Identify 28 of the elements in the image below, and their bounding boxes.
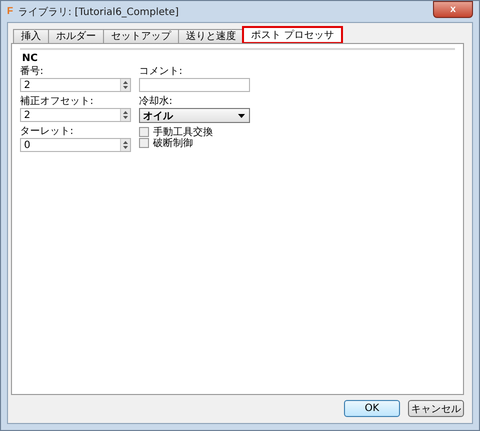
spinner-icon[interactable] xyxy=(120,109,130,121)
spin-field[interactable]: 2 xyxy=(20,78,131,92)
tab[interactable]: 挿入 xyxy=(13,29,49,43)
checkbox-label: 手動工具交換 xyxy=(153,126,213,138)
spin-field[interactable]: 2 xyxy=(20,108,131,122)
spin-field[interactable]: 0 xyxy=(20,138,131,152)
field-label: コメント: xyxy=(139,66,184,78)
spinner-icon[interactable] xyxy=(120,79,130,91)
checkbox[interactable] xyxy=(139,126,149,136)
field-label: 番号: xyxy=(20,66,44,78)
coolant-dropdown[interactable]: オイル xyxy=(139,108,250,123)
tab[interactable]: ホルダー xyxy=(48,29,104,43)
tab[interactable]: セットアップ xyxy=(103,29,179,43)
tab[interactable]: ポスト プロセッサ xyxy=(243,27,342,43)
tab[interactable]: 送りと速度 xyxy=(178,29,244,43)
field-label: 補正オフセット: xyxy=(20,96,94,108)
field-label: 冷却水: xyxy=(139,96,174,108)
checkbox[interactable] xyxy=(139,138,149,148)
field-label: ターレット: xyxy=(20,126,74,138)
app-logo: F xyxy=(7,6,14,17)
checkbox-label: 破断制御 xyxy=(153,136,193,150)
window-title: ライブラリ: [Tutorial6_Complete] xyxy=(18,6,180,18)
section-heading: NC xyxy=(22,53,39,64)
spinner-icon[interactable] xyxy=(120,139,130,151)
dialog-button[interactable]: OK xyxy=(344,400,400,417)
dropdown-arrow-icon xyxy=(238,114,245,118)
dialog-button[interactable]: キャンセル xyxy=(408,400,464,417)
comment-field[interactable] xyxy=(139,78,250,92)
